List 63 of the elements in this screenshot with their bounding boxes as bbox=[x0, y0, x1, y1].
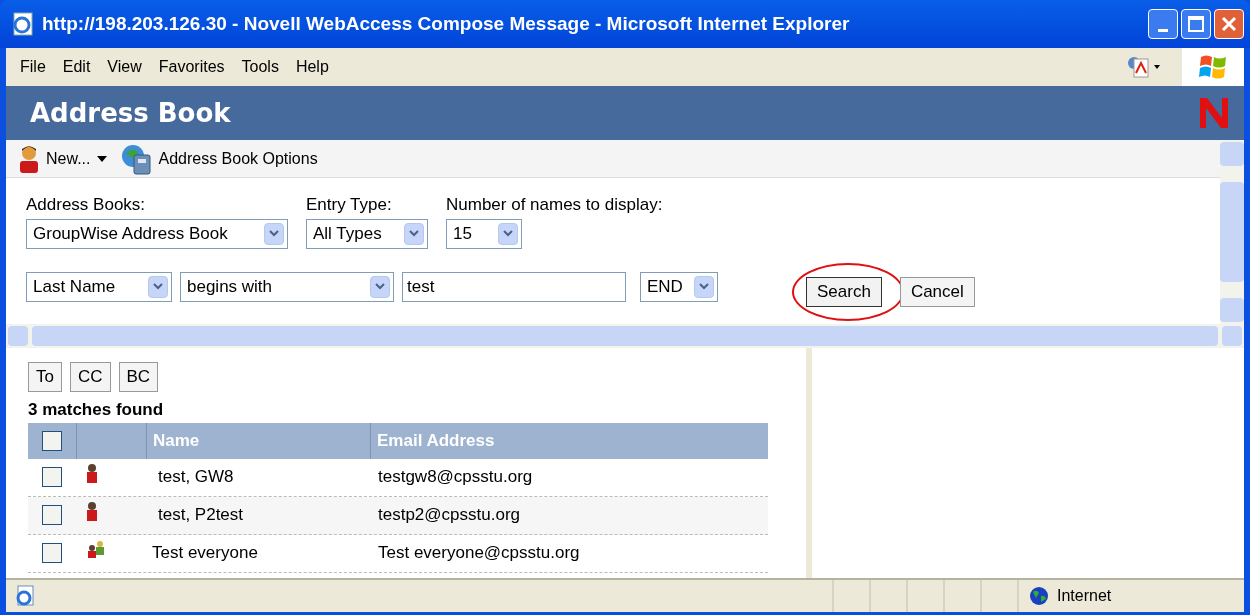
person-icon bbox=[86, 463, 98, 483]
table-cell-text: Test everyone@cpsstu.org bbox=[377, 542, 581, 565]
page-title: Address Book bbox=[30, 96, 231, 130]
browser-icon bbox=[10, 11, 36, 37]
address-book-icon bbox=[120, 142, 153, 175]
recipient-button[interactable]: To bbox=[28, 362, 62, 392]
menu-item[interactable]: Edit bbox=[62, 55, 91, 79]
caret-icon bbox=[498, 222, 518, 245]
menu-item[interactable]: Tools bbox=[241, 55, 279, 79]
recipient-button[interactable]: CC bbox=[69, 362, 111, 392]
checkbox[interactable] bbox=[42, 467, 62, 487]
checkbox[interactable] bbox=[42, 543, 62, 563]
dropdown[interactable]: All Types bbox=[306, 218, 428, 249]
cancel-button[interactable]: Cancel bbox=[899, 276, 975, 307]
globe-icon bbox=[1029, 586, 1049, 606]
dropdown[interactable]: Last Name bbox=[26, 271, 172, 302]
dropdown[interactable]: GroupWise Address Book bbox=[26, 218, 288, 249]
dropdown[interactable]: END bbox=[640, 271, 718, 302]
group-icon bbox=[86, 540, 106, 558]
table-cell-text: test, GW8 bbox=[157, 466, 235, 489]
person-icon bbox=[86, 501, 98, 521]
checkbox[interactable] bbox=[42, 430, 62, 451]
checkbox[interactable] bbox=[42, 505, 62, 525]
menu-item[interactable]: View bbox=[107, 55, 142, 79]
caret-icon bbox=[148, 275, 168, 298]
recipient-button[interactable]: BC bbox=[118, 362, 159, 392]
minimize-button[interactable] bbox=[1148, 9, 1178, 39]
table-cell-text: testp2@cpsstu.org bbox=[377, 504, 521, 527]
horizontal-scrollbar[interactable] bbox=[6, 324, 1244, 348]
field-label: Number of names to display: bbox=[446, 194, 663, 216]
table-cell-text: Test everyone bbox=[151, 542, 259, 565]
match-count: 3 matches found bbox=[28, 399, 165, 421]
field-label: Entry Type: bbox=[306, 194, 393, 216]
close-button[interactable] bbox=[1214, 9, 1244, 39]
dropdown[interactable]: 15 bbox=[446, 218, 522, 249]
zone-label: Internet bbox=[1057, 586, 1112, 606]
field-label: Address Books: bbox=[26, 194, 147, 216]
caret-icon bbox=[370, 275, 390, 298]
caret-icon bbox=[404, 222, 424, 245]
menu-item[interactable]: Help bbox=[295, 55, 329, 79]
column-header: Name bbox=[146, 422, 370, 459]
search-field[interactable]: test bbox=[402, 271, 626, 302]
caret-icon bbox=[694, 275, 714, 298]
menu-item[interactable]: Favorites bbox=[158, 55, 225, 79]
pdf-icon[interactable] bbox=[1126, 55, 1162, 79]
novell-logo-icon bbox=[1198, 96, 1230, 130]
search-button[interactable]: Search bbox=[806, 276, 882, 307]
options-button[interactable]: Address Book Options bbox=[120, 142, 318, 175]
page-icon bbox=[14, 585, 36, 607]
column-header: Email Address bbox=[370, 422, 768, 459]
windows-logo-icon bbox=[1198, 53, 1228, 81]
vertical-scrollbar[interactable] bbox=[1220, 140, 1244, 324]
dropdown[interactable]: begins with bbox=[180, 271, 394, 302]
close-icon bbox=[1221, 16, 1237, 32]
caret-icon bbox=[96, 154, 109, 163]
table-cell-text: testgw8@cpsstu.org bbox=[377, 466, 534, 489]
maximize-button[interactable] bbox=[1181, 9, 1211, 39]
window-title: http://198.203.126.30 - Novell WebAccess Compose Message - Microsoft Internet Explorer bbox=[42, 11, 851, 36]
table-cell-text: test, P2test bbox=[157, 504, 245, 527]
new-button[interactable]: New... bbox=[18, 144, 109, 173]
person-icon bbox=[18, 144, 40, 173]
caret-icon bbox=[264, 222, 284, 245]
menu-item[interactable]: File bbox=[20, 55, 46, 79]
